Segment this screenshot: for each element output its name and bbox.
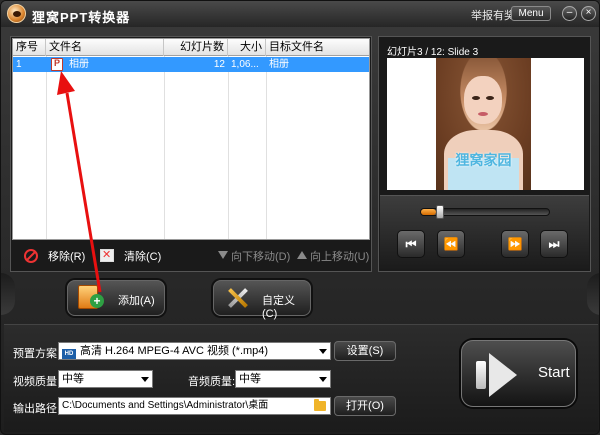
title-bar[interactable]: 狸窝PPT转换器 举报有奖 Menu – × xyxy=(1,1,599,27)
skip-forward-icon: ⏭ xyxy=(548,237,560,251)
table-header: 序号 文件名 幻灯片数 大小 目标文件名 xyxy=(13,39,369,56)
column-divider xyxy=(228,56,229,239)
menu-button[interactable]: Menu xyxy=(511,6,551,21)
open-folder-button[interactable]: 打开(O) xyxy=(334,396,396,416)
side-decoration xyxy=(587,273,599,315)
close-button[interactable]: × xyxy=(581,6,596,21)
start-button-label: Start xyxy=(538,364,570,381)
hd-video-icon: HD xyxy=(62,349,76,359)
chevron-down-icon xyxy=(319,377,327,382)
player-controls: ⏮ ⏪ ⏩ ⏭ xyxy=(380,195,589,271)
first-slide-button[interactable]: ⏮ xyxy=(397,230,425,258)
ppt-file-icon xyxy=(51,58,63,71)
column-header-size[interactable]: 大小 xyxy=(228,39,266,56)
video-quality-select[interactable]: 中等 xyxy=(58,370,153,388)
next-slide-button[interactable]: ⏩ xyxy=(501,230,529,258)
move-up-button[interactable]: 向上移动(U) xyxy=(310,248,369,266)
down-arrow-icon xyxy=(218,251,228,259)
column-divider xyxy=(46,56,47,239)
column-header-index[interactable]: 序号 xyxy=(13,39,46,56)
remove-icon[interactable] xyxy=(24,249,38,263)
fast-forward-icon: ⏩ xyxy=(507,237,523,251)
seek-thumb[interactable] xyxy=(436,205,445,219)
output-path-value: C:\Documents and Settings\Administrator\… xyxy=(62,400,269,411)
slide-counter: 幻灯片3 / 12: Slide 3 xyxy=(387,47,479,58)
file-table[interactable]: 序号 文件名 幻灯片数 大小 目标文件名 1 相册 12 1,06... 相册 xyxy=(12,38,370,240)
photo-lips xyxy=(478,112,488,116)
skip-back-icon: ⏮ xyxy=(405,237,417,251)
preset-value: 高清 H.264 MPEG-4 AVC 视频 (*.mp4) xyxy=(80,345,269,357)
customize-button-label: 自定义(C) xyxy=(262,295,295,320)
add-button-label: 添加(A) xyxy=(118,295,155,307)
tools-icon xyxy=(226,286,250,310)
settings-button[interactable]: 设置(S) xyxy=(334,341,396,361)
audio-quality-select[interactable]: 中等 xyxy=(235,370,331,388)
video-quality-value: 中等 xyxy=(62,373,84,385)
column-header-filename[interactable]: 文件名 xyxy=(46,39,164,56)
remove-button[interactable]: 移除(R) xyxy=(48,248,85,266)
seek-bar[interactable] xyxy=(420,205,550,219)
audio-quality-value: 中等 xyxy=(239,373,261,385)
side-decoration xyxy=(1,273,15,315)
column-header-slides[interactable]: 幻灯片数 xyxy=(164,39,228,56)
slide-preview: 狸窝家园 xyxy=(387,58,584,190)
chevron-down-icon xyxy=(319,349,327,354)
cell-slides: 12 xyxy=(213,59,225,70)
add-button[interactable]: 添加(A) xyxy=(67,280,165,316)
photo-eye xyxy=(472,96,480,100)
rewind-icon: ⏪ xyxy=(443,237,459,251)
cell-index: 1 xyxy=(16,59,22,70)
video-quality-label: 视频质量: xyxy=(13,376,61,388)
seek-fill xyxy=(421,209,437,215)
move-down-button[interactable]: 向下移动(D) xyxy=(231,248,290,266)
cell-filename: 相册 xyxy=(69,59,89,70)
cell-size: 1,06... xyxy=(231,59,259,70)
photo-face xyxy=(464,76,502,124)
start-button[interactable]: Start xyxy=(461,340,576,407)
column-divider xyxy=(164,56,165,239)
customize-button[interactable]: 自定义(C) xyxy=(213,280,311,320)
report-link[interactable]: 举报有奖 xyxy=(471,7,515,23)
previous-slide-button[interactable]: ⏪ xyxy=(437,230,465,258)
column-divider xyxy=(266,56,267,239)
output-path-field[interactable]: C:\Documents and Settings\Administrator\… xyxy=(58,397,331,415)
slide-photo: 狸窝家园 xyxy=(436,58,531,190)
preset-label: 预置方案: xyxy=(13,348,61,360)
minimize-button[interactable]: – xyxy=(562,6,577,21)
start-icon-bar xyxy=(476,361,486,389)
start-arrow-icon xyxy=(472,353,518,397)
start-icon-arrow xyxy=(489,353,517,397)
add-file-icon xyxy=(78,285,104,309)
folder-icon[interactable] xyxy=(314,399,326,411)
clear-icon[interactable] xyxy=(100,248,114,262)
preview-panel: 幻灯片3 / 12: Slide 3 狸窝家园 ⏮ ⏪ ⏩ ⏭ xyxy=(378,36,591,272)
output-path-label: 输出路径: xyxy=(13,403,61,415)
photo-watermark: 狸窝家园 xyxy=(455,152,512,168)
clear-button[interactable]: 清除(C) xyxy=(124,248,161,266)
last-slide-button[interactable]: ⏭ xyxy=(540,230,568,258)
chevron-down-icon xyxy=(141,377,149,382)
audio-quality-label: 音频质量: xyxy=(188,376,236,388)
app-logo-icon xyxy=(7,4,26,23)
column-header-target[interactable]: 目标文件名 xyxy=(266,39,369,56)
up-arrow-icon xyxy=(297,251,307,259)
app-window: 狸窝PPT转换器 举报有奖 Menu – × 序号 文件名 幻灯片数 大小 目标… xyxy=(0,0,600,435)
app-title: 狸窝PPT转换器 xyxy=(32,10,131,25)
cell-target: 相册 xyxy=(269,59,289,70)
preset-select[interactable]: HD 高清 H.264 MPEG-4 AVC 视频 (*.mp4) xyxy=(58,342,331,360)
photo-eye xyxy=(486,96,494,100)
table-row[interactable]: 1 相册 12 1,06... 相册 xyxy=(13,57,369,72)
list-toolbar: 移除(R) 清除(C) 向下移动(D) 向上移动(U) xyxy=(12,244,370,270)
file-list-panel: 序号 文件名 幻灯片数 大小 目标文件名 1 相册 12 1,06... 相册 … xyxy=(10,36,372,272)
